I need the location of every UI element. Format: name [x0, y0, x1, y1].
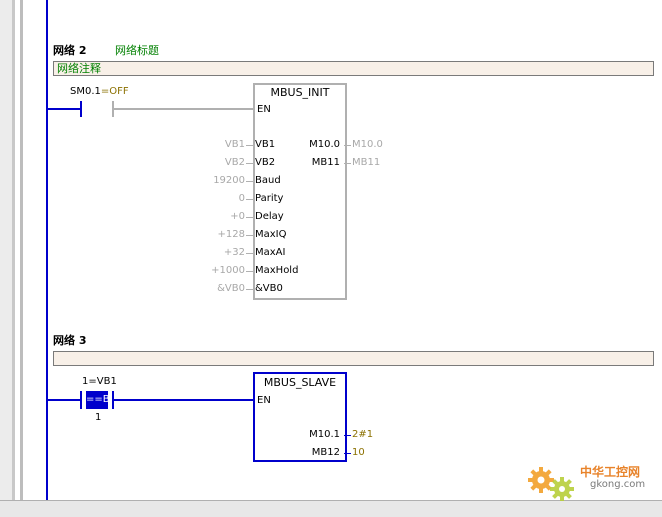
sm01-address: SM0.1 — [70, 86, 101, 97]
compare-contact-left-bar[interactable] — [80, 391, 82, 409]
pin-maxiq: MaxIQ — [255, 229, 287, 240]
stub — [344, 163, 351, 164]
stub — [344, 435, 351, 436]
value-maxhold[interactable]: +1000 — [195, 265, 245, 276]
gutter-divider — [12, 0, 15, 516]
gutter-divider-2 — [20, 0, 23, 516]
stub — [246, 163, 253, 164]
sm01-contact-left-bar[interactable] — [80, 101, 82, 117]
watermark-url: gkong.com — [590, 479, 646, 490]
value-vb2[interactable]: VB2 — [195, 157, 245, 168]
network-3-comment-box[interactable] — [53, 351, 654, 366]
pin-maxhold: MaxHold — [255, 265, 299, 276]
stub — [246, 253, 253, 254]
value-vb1[interactable]: VB1 — [195, 139, 245, 150]
stub — [246, 199, 253, 200]
en-wire-n2 — [114, 108, 255, 110]
network-3-title[interactable]: 网络 3 — [53, 332, 86, 348]
value-maxiq[interactable]: +128 — [195, 229, 245, 240]
stub — [344, 145, 351, 146]
value-maxai[interactable]: +32 — [195, 247, 245, 258]
value-baud[interactable]: 19200 — [195, 175, 245, 186]
stub — [246, 271, 253, 272]
watermark-brand: 中华工控网 — [580, 465, 641, 479]
value-vb0-addr[interactable]: &VB0 — [195, 283, 245, 294]
power-rail — [46, 0, 48, 500]
stub — [246, 289, 253, 290]
network-2-comment-box[interactable]: 网络注释 — [53, 61, 654, 76]
network-2-label[interactable]: 网络标题 — [115, 42, 159, 58]
en-wire-n3 — [114, 399, 255, 401]
network-2-title[interactable]: 网络 2 — [53, 42, 86, 58]
compare-contact-op[interactable]: ==B — [86, 391, 110, 409]
value-mb12[interactable]: 10 — [352, 447, 365, 458]
pin-mb12: MB12 — [311, 447, 340, 458]
value-delay[interactable]: +0 — [195, 211, 245, 222]
compare-contact-bottom: 1 — [95, 412, 102, 423]
gkong-watermark: 中华工控网 gkong.com — [524, 459, 656, 503]
pin-mb11: MB11 — [311, 157, 340, 168]
gutter-strip — [0, 0, 12, 516]
rail-wire-n3 — [48, 399, 80, 401]
mbus-slave-en-pin: EN — [257, 395, 271, 406]
sm01-state: =OFF — [100, 86, 129, 97]
pin-delay: Delay — [255, 211, 284, 222]
pin-vb0-addr: &VB0 — [255, 283, 283, 294]
pin-vb2: VB2 — [255, 157, 276, 168]
pin-m10-0: M10.0 — [309, 139, 340, 150]
mbus-init-en-pin: EN — [257, 104, 271, 115]
network-2-comment: 网络注释 — [57, 62, 101, 75]
stub — [344, 453, 351, 454]
rail-wire-n2 — [48, 108, 80, 110]
value-mb11[interactable]: MB11 — [352, 157, 380, 168]
stub — [246, 217, 253, 218]
pin-baud: Baud — [255, 175, 281, 186]
stub — [246, 145, 253, 146]
pin-vb1: VB1 — [255, 139, 276, 150]
pin-m10-1: M10.1 — [309, 429, 340, 440]
value-parity[interactable]: 0 — [195, 193, 245, 204]
sm01-contact-label: SM0.1=OFF — [70, 86, 129, 97]
stub — [246, 181, 253, 182]
value-m10-1[interactable]: 2#1 — [352, 429, 373, 440]
compare-contact-top: 1=VB1 — [82, 376, 117, 387]
value-m10-0[interactable]: M10.0 — [352, 139, 383, 150]
pin-parity: Parity — [255, 193, 284, 204]
gear-icon — [528, 467, 574, 501]
pin-maxai: MaxAI — [255, 247, 286, 258]
left-gutter — [0, 0, 46, 516]
mbus-init-title: MBUS_INIT — [270, 86, 330, 99]
mbus-slave-title: MBUS_SLAVE — [263, 376, 337, 389]
stub — [246, 235, 253, 236]
